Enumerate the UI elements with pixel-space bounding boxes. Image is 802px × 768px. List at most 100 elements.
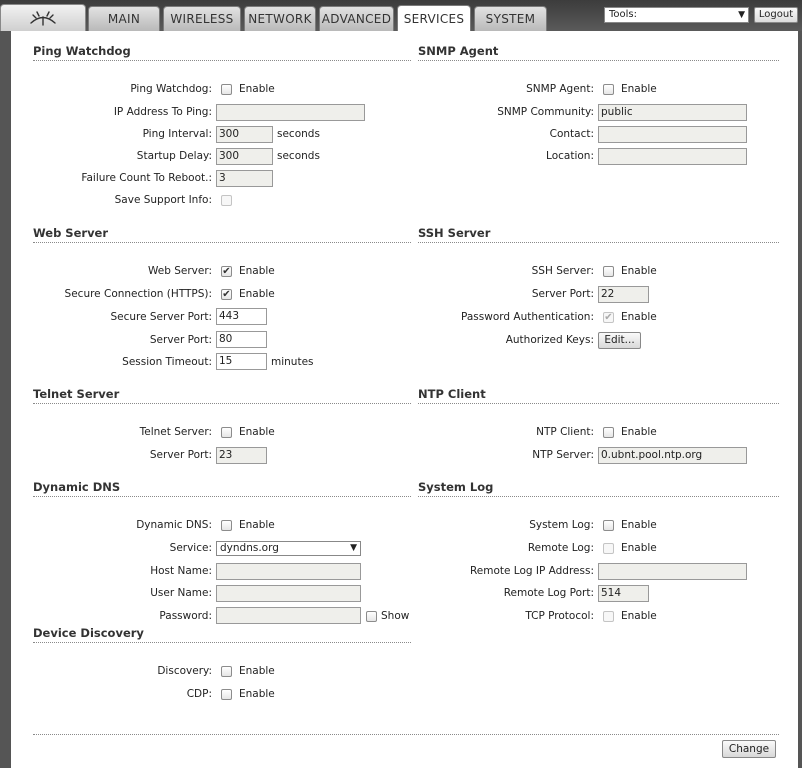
change-button[interactable]: Change — [722, 740, 776, 758]
footer-divider — [33, 734, 779, 735]
session-timeout-input[interactable]: 15 — [216, 353, 267, 370]
ddns-password-input[interactable] — [216, 607, 361, 624]
dynamic-dns-checkbox[interactable] — [221, 520, 232, 531]
snmp-contact-input[interactable] — [598, 126, 747, 143]
secure-server-port-label: Secure Server Port: — [110, 311, 212, 323]
ntp-server-input[interactable]: 0.ubnt.pool.ntp.org — [598, 447, 747, 464]
password-auth-label: Password Authentication: — [461, 311, 594, 323]
tcp-protocol-enable-label: Enable — [621, 610, 657, 622]
https-label: Secure Connection (HTTPS): — [64, 288, 212, 300]
tab-main[interactable]: MAIN — [88, 6, 160, 31]
ssh-server-enable-label: Enable — [621, 265, 657, 277]
startup-delay-unit: seconds — [277, 150, 320, 162]
ddns-service-value: dyndns.org — [220, 542, 279, 554]
failure-count-input[interactable]: 3 — [216, 170, 273, 187]
ping-interval-input[interactable]: 300 — [216, 126, 273, 143]
telnet-port-input[interactable]: 23 — [216, 447, 267, 464]
telnet-server-checkbox[interactable] — [221, 427, 232, 438]
web-server-label: Web Server: — [147, 265, 212, 277]
remote-log-checkbox[interactable] — [603, 543, 614, 554]
user-name-input[interactable] — [216, 585, 361, 602]
startup-delay-input[interactable]: 300 — [216, 148, 273, 165]
ddns-service-label: Service: — [169, 542, 212, 554]
section-divider — [33, 642, 411, 643]
tools-dropdown-value: Tools: — [609, 9, 638, 20]
failure-count-label: Failure Count To Reboot.: — [81, 172, 212, 184]
snmp-location-input[interactable] — [598, 148, 747, 165]
telnet-port-label: Server Port: — [149, 449, 212, 461]
snmp-community-input[interactable]: public — [598, 104, 747, 121]
ntp-server-label: NTP Server: — [532, 449, 594, 461]
cdp-checkbox[interactable] — [221, 689, 232, 700]
ssh-server-checkbox[interactable] — [603, 266, 614, 277]
dynamic-dns-heading: Dynamic DNS — [33, 480, 121, 494]
ip-to-ping-label: IP Address To Ping: — [113, 106, 212, 118]
system-log-enable-label: Enable — [621, 519, 657, 531]
https-enable-label: Enable — [239, 288, 275, 300]
section-divider — [418, 242, 779, 243]
session-timeout-unit: minutes — [271, 356, 314, 368]
tab-system[interactable]: SYSTEM — [474, 6, 547, 31]
ping-watchdog-enable-label: Enable — [239, 83, 275, 95]
tab-wireless[interactable]: WIRELESS — [163, 6, 241, 31]
telnet-server-enable-label: Enable — [239, 426, 275, 438]
snmp-location-label: Location: — [546, 150, 594, 162]
ssh-server-heading: SSH Server — [418, 226, 491, 240]
ddns-service-select[interactable]: dyndns.org ▼ — [216, 541, 361, 556]
telnet-server-heading: Telnet Server — [33, 387, 120, 401]
web-server-enable-label: Enable — [239, 265, 275, 277]
tcp-protocol-label: TCP Protocol: — [525, 610, 594, 622]
snmp-agent-enable-label: Enable — [621, 83, 657, 95]
ip-to-ping-input[interactable] — [216, 104, 365, 121]
remote-log-ip-input[interactable] — [598, 563, 747, 580]
section-divider — [33, 496, 411, 497]
snmp-community-label: SNMP Community: — [497, 106, 594, 118]
dynamic-dns-enable-label: Enable — [239, 519, 275, 531]
edit-keys-button[interactable]: Edit... — [598, 332, 641, 349]
remote-log-port-label: Remote Log Port: — [503, 587, 594, 599]
discovery-checkbox[interactable] — [221, 666, 232, 677]
ssh-server-label: SSH Server: — [531, 265, 594, 277]
logout-button[interactable]: Logout — [754, 7, 798, 23]
ntp-client-checkbox[interactable] — [603, 427, 614, 438]
remote-log-enable-label: Enable — [621, 542, 657, 554]
snmp-agent-checkbox[interactable] — [603, 84, 614, 95]
web-server-heading: Web Server — [33, 226, 109, 240]
section-divider — [418, 496, 779, 497]
web-server-port-input[interactable]: 80 — [216, 331, 267, 348]
tcp-protocol-checkbox[interactable] — [603, 611, 614, 622]
show-password-checkbox[interactable] — [366, 611, 377, 622]
discovery-label: Discovery: — [157, 665, 212, 677]
chevron-down-icon: ▼ — [350, 543, 357, 553]
section-divider — [33, 403, 411, 404]
remote-log-ip-label: Remote Log IP Address: — [469, 565, 594, 577]
tools-dropdown[interactable]: Tools: ▼ — [604, 7, 749, 23]
discovery-enable-label: Enable — [239, 665, 275, 677]
remote-log-port-input[interactable]: 514 — [598, 585, 649, 602]
https-checkbox[interactable]: ✔ — [221, 289, 232, 300]
snmp-contact-label: Contact: — [549, 128, 594, 140]
chevron-down-icon: ▼ — [738, 10, 745, 20]
ntp-client-label: NTP Client: — [536, 426, 594, 438]
tab-network[interactable]: NETWORK — [244, 6, 316, 31]
ping-watchdog-heading: Ping Watchdog — [33, 44, 131, 58]
save-support-info-checkbox[interactable] — [221, 195, 232, 206]
ssh-port-input[interactable]: 22 — [598, 286, 649, 303]
device-discovery-heading: Device Discovery — [33, 626, 144, 640]
ssh-port-label: Server Port: — [531, 288, 594, 300]
system-log-heading: System Log — [418, 480, 494, 494]
web-server-port-label: Server Port: — [149, 334, 212, 346]
ping-watchdog-checkbox[interactable] — [221, 84, 232, 95]
host-name-input[interactable] — [216, 563, 361, 580]
system-log-label: System Log: — [529, 519, 594, 531]
password-auth-checkbox[interactable]: ✔ — [603, 312, 614, 323]
save-support-info-label: Save Support Info: — [114, 194, 212, 206]
tab-advanced[interactable]: ADVANCED — [319, 6, 394, 31]
startup-delay-label: Startup Delay: — [136, 150, 212, 162]
secure-server-port-input[interactable]: 443 — [216, 308, 267, 325]
tab-services[interactable]: SERVICES — [397, 5, 471, 31]
system-log-checkbox[interactable] — [603, 520, 614, 531]
ubiquiti-logo[interactable] — [0, 4, 86, 31]
web-server-checkbox[interactable]: ✔ — [221, 266, 232, 277]
ping-interval-unit: seconds — [277, 128, 320, 140]
